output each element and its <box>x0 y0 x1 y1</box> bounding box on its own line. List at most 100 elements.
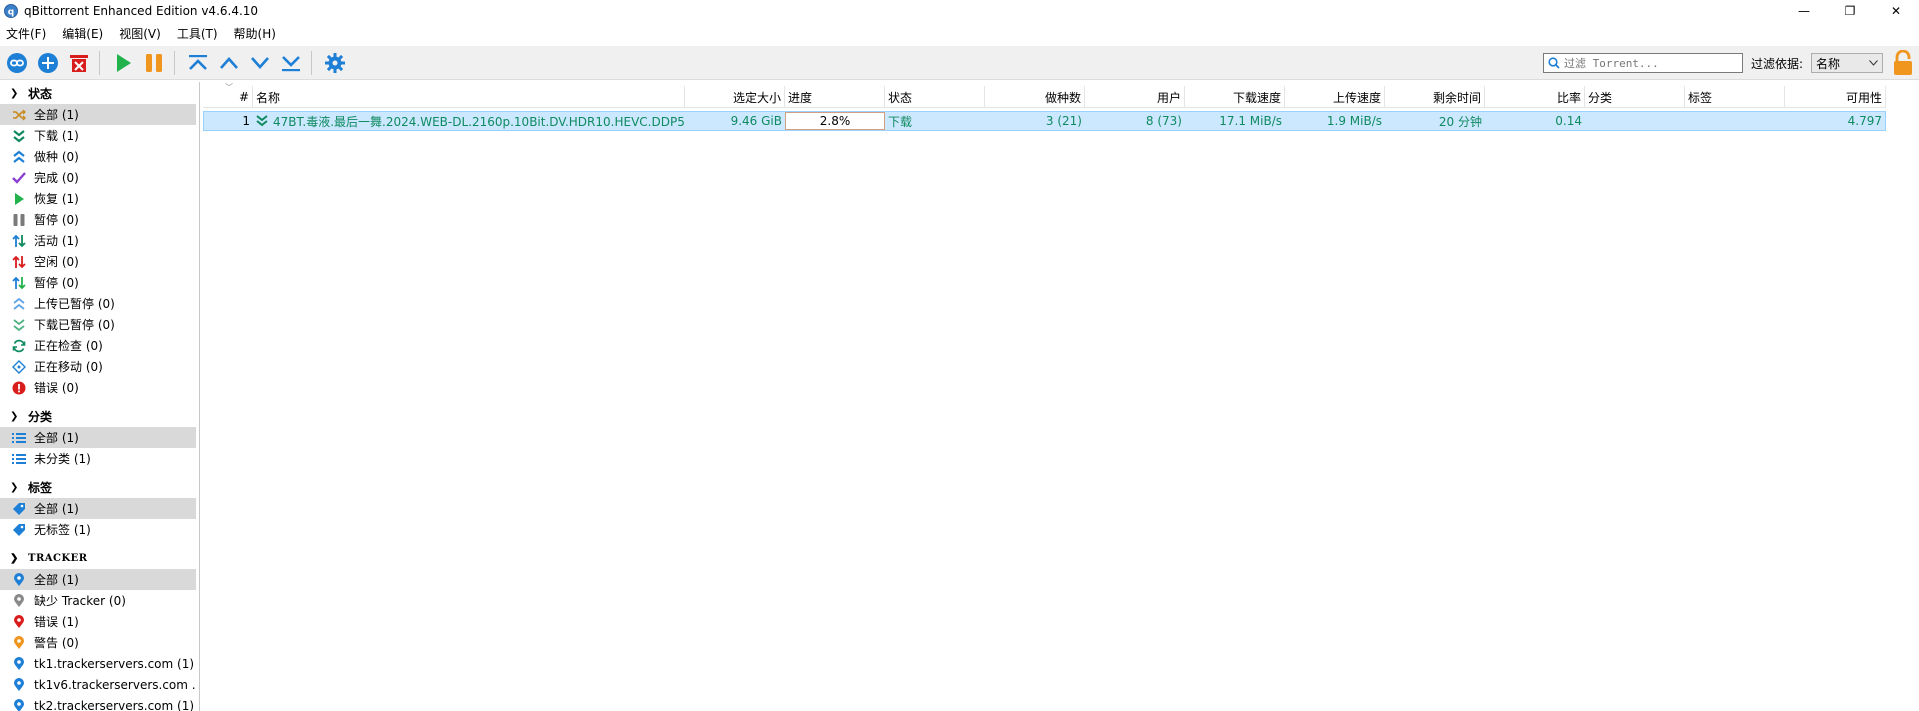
status-item-label: 暂停 (0) <box>34 276 79 290</box>
transfer-list[interactable]: ﹀ # 名称 选定大小 进度 状态 做种数 用户 下载速度 上传速度 剩余时间 … <box>203 82 1919 711</box>
category-header-label: 分类 <box>28 409 53 424</box>
bottom-arrow-icon <box>282 55 300 71</box>
minimize-button[interactable]: — <box>1781 0 1827 22</box>
status-item-all[interactable]: 全部 (1) <box>0 104 196 125</box>
tracker-header-label: TRACKER <box>28 552 88 564</box>
link-icon <box>7 52 27 73</box>
collapse-chevron-icon: ❯ <box>10 552 19 564</box>
maximize-button[interactable]: ❐ <box>1827 0 1873 22</box>
status-item-upload-stalled[interactable]: 上传已暂停 (0) <box>0 293 196 314</box>
column-header-category[interactable]: 分类 <box>1585 86 1685 108</box>
status-item-inactive[interactable]: 空闲 (0) <box>0 251 196 272</box>
column-header-seeds[interactable]: 做种数 <box>985 86 1085 108</box>
status-item-errored[interactable]: 错误 (0) <box>0 377 196 398</box>
status-item-resumed[interactable]: 恢复 (1) <box>0 188 196 209</box>
move-top-button[interactable] <box>184 49 212 77</box>
active-arrows-icon <box>12 234 26 248</box>
add-torrent-button[interactable] <box>34 49 62 77</box>
pause-button[interactable] <box>140 49 168 77</box>
status-item-completed[interactable]: 完成 (0) <box>0 167 196 188</box>
category-item-all[interactable]: 全部 (1) <box>0 427 196 448</box>
column-header-ratio[interactable]: 比率 <box>1485 86 1585 108</box>
menu-help[interactable]: 帮助(H) <box>234 25 276 42</box>
column-header-name[interactable]: 名称 <box>253 86 685 108</box>
column-header-progress[interactable]: 进度 <box>785 86 885 108</box>
filter-select[interactable]: 名称 <box>1811 53 1883 73</box>
status-item-label: 上传已暂停 (0) <box>34 297 115 311</box>
column-header-number[interactable]: # <box>203 86 253 108</box>
tracker-item-trackerless[interactable]: 缺少 Tracker (0) <box>0 590 196 611</box>
tracker-item-error[interactable]: 错误 (1) <box>0 611 196 632</box>
status-header-label: 状态 <box>28 86 53 101</box>
lock-button[interactable] <box>1891 49 1915 77</box>
resume-button[interactable] <box>109 49 137 77</box>
column-header-upload-speed[interactable]: 上传速度 <box>1285 86 1385 108</box>
tag-icon <box>12 502 26 516</box>
status-item-label: 全部 (1) <box>34 108 79 122</box>
tracker-item-label: tk2.trackerservers.com (1) <box>34 698 195 711</box>
column-header-eta[interactable]: 剩余时间 <box>1385 86 1485 108</box>
menu-tools[interactable]: 工具(T) <box>177 25 218 42</box>
menu-bar: 文件(F) 编辑(E) 视图(V) 工具(T) 帮助(H) <box>0 22 1919 44</box>
tracker-item-label: 全部 (1) <box>34 573 79 587</box>
search-input[interactable] <box>1563 56 1734 70</box>
move-icon <box>12 359 26 374</box>
tracker-section-header[interactable]: ❯ TRACKER <box>0 547 199 569</box>
move-bottom-button[interactable] <box>277 49 305 77</box>
column-header-download-speed[interactable]: 下载速度 <box>1185 86 1285 108</box>
pin-icon <box>12 572 26 587</box>
seeding-arrows-icon <box>12 150 26 164</box>
move-down-button[interactable] <box>246 49 274 77</box>
tracker-item-host[interactable]: tk1v6.trackerservers.com ... <box>0 674 196 695</box>
close-button[interactable]: ✕ <box>1873 0 1919 22</box>
menu-file[interactable]: 文件(F) <box>6 25 46 42</box>
torrent-tags <box>1685 112 1785 130</box>
status-item-label: 错误 (0) <box>34 381 79 395</box>
download-stalled-icon <box>12 318 26 332</box>
column-header-peers[interactable]: 用户 <box>1085 86 1185 108</box>
menu-edit[interactable]: 编辑(E) <box>62 25 103 42</box>
status-item-checking[interactable]: 正在检查 (0) <box>0 335 196 356</box>
pin-icon <box>12 656 26 671</box>
tag-item-all[interactable]: 全部 (1) <box>0 498 196 519</box>
category-section-header[interactable]: ❯ 分类 <box>0 405 199 427</box>
column-header-status[interactable]: 状态 <box>885 86 985 108</box>
tracker-item-host[interactable]: tk1.trackerservers.com (1) <box>0 653 196 674</box>
status-item-stalled[interactable]: 暂停 (0) <box>0 272 196 293</box>
tag-section-header[interactable]: ❯ 标签 <box>0 476 199 498</box>
tag-item-untagged[interactable]: 无标签 (1) <box>0 519 196 540</box>
column-header-availability[interactable]: 可用性 <box>1785 86 1886 108</box>
add-link-button[interactable] <box>3 49 31 77</box>
torrent-row[interactable]: 1 47BT.毒液.最后一舞.2024.WEB-DL.2160p.10Bit.D… <box>203 111 1886 131</box>
search-box[interactable] <box>1542 53 1743 73</box>
gear-icon <box>325 52 345 73</box>
torrent-ratio: 0.14 <box>1555 114 1582 128</box>
status-item-active[interactable]: 活动 (1) <box>0 230 196 251</box>
status-item-downloading[interactable]: 下载 (1) <box>0 125 196 146</box>
options-button[interactable] <box>321 49 349 77</box>
tracker-item-host[interactable]: tk2.trackerservers.com (1) <box>0 695 196 711</box>
menu-view[interactable]: 视图(V) <box>119 25 161 42</box>
torrent-eta: 20 分钟 <box>1438 114 1482 129</box>
delete-button[interactable] <box>65 49 93 77</box>
status-item-download-stalled[interactable]: 下载已暂停 (0) <box>0 314 196 335</box>
status-item-moving[interactable]: 正在移动 (0) <box>0 356 196 377</box>
error-icon <box>12 381 26 395</box>
status-item-seeding[interactable]: 做种 (0) <box>0 146 196 167</box>
category-item-uncategorized[interactable]: 未分类 (1) <box>0 448 196 469</box>
toolbar-separator <box>174 50 175 75</box>
status-item-paused[interactable]: 暂停 (0) <box>0 209 196 230</box>
tracker-item-all[interactable]: 全部 (1) <box>0 569 196 590</box>
status-item-label: 下载 (1) <box>34 129 79 143</box>
column-header-tags[interactable]: 标签 <box>1685 86 1785 108</box>
tag-icon <box>12 523 26 537</box>
window-title: qBittorrent Enhanced Edition v4.6.4.10 <box>24 4 259 18</box>
torrent-number: 1 <box>242 114 250 128</box>
shuffle-icon <box>12 108 26 122</box>
tracker-item-warning[interactable]: 警告 (0) <box>0 632 196 653</box>
top-arrow-icon <box>189 54 207 70</box>
move-up-button[interactable] <box>215 49 243 77</box>
column-header-size[interactable]: 选定大小 <box>685 86 785 108</box>
status-section-header[interactable]: ❯ 状态 <box>0 82 199 104</box>
tag-item-label: 无标签 (1) <box>34 523 91 537</box>
